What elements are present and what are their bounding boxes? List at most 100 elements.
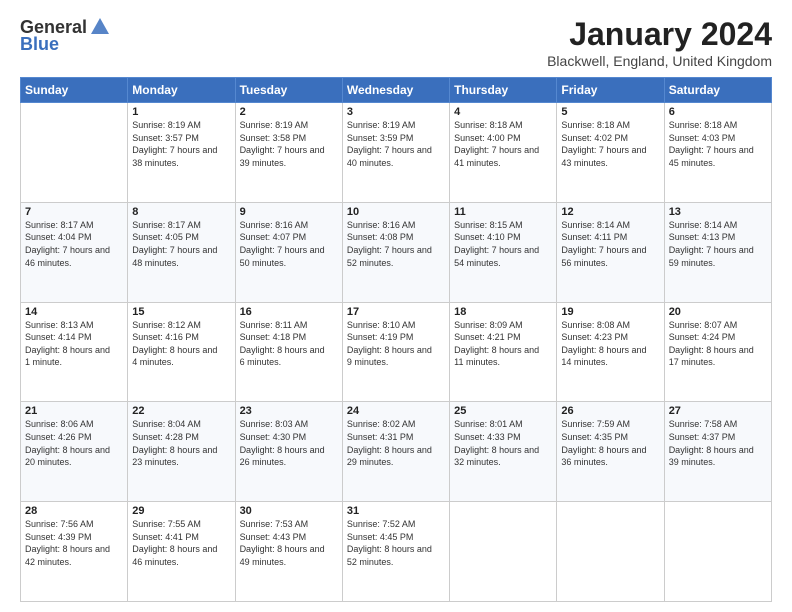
day-info: Sunrise: 8:19 AMSunset: 3:58 PMDaylight:… [240, 119, 338, 169]
calendar-cell: 18Sunrise: 8:09 AMSunset: 4:21 PMDayligh… [450, 302, 557, 402]
calendar-cell: 21Sunrise: 8:06 AMSunset: 4:26 PMDayligh… [21, 402, 128, 502]
day-info: Sunrise: 7:59 AMSunset: 4:35 PMDaylight:… [561, 418, 659, 468]
day-info: Sunrise: 8:01 AMSunset: 4:33 PMDaylight:… [454, 418, 552, 468]
calendar-cell: 14Sunrise: 8:13 AMSunset: 4:14 PMDayligh… [21, 302, 128, 402]
day-info: Sunrise: 8:03 AMSunset: 4:30 PMDaylight:… [240, 418, 338, 468]
day-info: Sunrise: 7:56 AMSunset: 4:39 PMDaylight:… [25, 518, 123, 568]
week-row-4: 21Sunrise: 8:06 AMSunset: 4:26 PMDayligh… [21, 402, 772, 502]
day-number: 12 [561, 206, 659, 218]
week-row-1: 1Sunrise: 8:19 AMSunset: 3:57 PMDaylight… [21, 103, 772, 203]
day-info: Sunrise: 8:19 AMSunset: 3:57 PMDaylight:… [132, 119, 230, 169]
day-info: Sunrise: 8:16 AMSunset: 4:07 PMDaylight:… [240, 219, 338, 269]
day-number: 16 [240, 306, 338, 318]
day-info: Sunrise: 8:09 AMSunset: 4:21 PMDaylight:… [454, 319, 552, 369]
month-title: January 2024 [547, 16, 772, 53]
day-number: 14 [25, 306, 123, 318]
day-info: Sunrise: 7:58 AMSunset: 4:37 PMDaylight:… [669, 418, 767, 468]
calendar-cell: 6Sunrise: 8:18 AMSunset: 4:03 PMDaylight… [664, 103, 771, 203]
day-info: Sunrise: 8:11 AMSunset: 4:18 PMDaylight:… [240, 319, 338, 369]
day-number: 5 [561, 106, 659, 118]
week-row-2: 7Sunrise: 8:17 AMSunset: 4:04 PMDaylight… [21, 202, 772, 302]
calendar-cell [450, 502, 557, 602]
logo-blue-text: Blue [20, 34, 59, 55]
day-number: 26 [561, 405, 659, 417]
calendar-cell: 26Sunrise: 7:59 AMSunset: 4:35 PMDayligh… [557, 402, 664, 502]
calendar-table: SundayMondayTuesdayWednesdayThursdayFrid… [20, 77, 772, 602]
day-info: Sunrise: 8:15 AMSunset: 4:10 PMDaylight:… [454, 219, 552, 269]
day-number: 23 [240, 405, 338, 417]
day-info: Sunrise: 8:17 AMSunset: 4:04 PMDaylight:… [25, 219, 123, 269]
day-number: 4 [454, 106, 552, 118]
day-number: 30 [240, 505, 338, 517]
calendar-cell: 9Sunrise: 8:16 AMSunset: 4:07 PMDaylight… [235, 202, 342, 302]
calendar-cell: 11Sunrise: 8:15 AMSunset: 4:10 PMDayligh… [450, 202, 557, 302]
calendar-cell: 16Sunrise: 8:11 AMSunset: 4:18 PMDayligh… [235, 302, 342, 402]
calendar-cell [557, 502, 664, 602]
day-info: Sunrise: 7:55 AMSunset: 4:41 PMDaylight:… [132, 518, 230, 568]
day-number: 25 [454, 405, 552, 417]
week-row-5: 28Sunrise: 7:56 AMSunset: 4:39 PMDayligh… [21, 502, 772, 602]
day-info: Sunrise: 7:53 AMSunset: 4:43 PMDaylight:… [240, 518, 338, 568]
day-info: Sunrise: 8:18 AMSunset: 4:00 PMDaylight:… [454, 119, 552, 169]
day-number: 21 [25, 405, 123, 417]
calendar-cell [664, 502, 771, 602]
calendar-cell: 24Sunrise: 8:02 AMSunset: 4:31 PMDayligh… [342, 402, 449, 502]
day-number: 22 [132, 405, 230, 417]
day-number: 1 [132, 106, 230, 118]
logo: General Blue [20, 16, 111, 55]
calendar-cell: 3Sunrise: 8:19 AMSunset: 3:59 PMDaylight… [342, 103, 449, 203]
day-number: 29 [132, 505, 230, 517]
day-info: Sunrise: 8:14 AMSunset: 4:11 PMDaylight:… [561, 219, 659, 269]
day-info: Sunrise: 8:13 AMSunset: 4:14 PMDaylight:… [25, 319, 123, 369]
calendar-cell: 27Sunrise: 7:58 AMSunset: 4:37 PMDayligh… [664, 402, 771, 502]
header-thursday: Thursday [450, 78, 557, 103]
day-number: 9 [240, 206, 338, 218]
calendar-cell: 8Sunrise: 8:17 AMSunset: 4:05 PMDaylight… [128, 202, 235, 302]
calendar-cell [21, 103, 128, 203]
day-number: 17 [347, 306, 445, 318]
calendar-cell: 12Sunrise: 8:14 AMSunset: 4:11 PMDayligh… [557, 202, 664, 302]
day-number: 31 [347, 505, 445, 517]
calendar-cell: 15Sunrise: 8:12 AMSunset: 4:16 PMDayligh… [128, 302, 235, 402]
day-number: 27 [669, 405, 767, 417]
calendar-cell: 7Sunrise: 8:17 AMSunset: 4:04 PMDaylight… [21, 202, 128, 302]
day-number: 6 [669, 106, 767, 118]
header-wednesday: Wednesday [342, 78, 449, 103]
calendar-cell: 5Sunrise: 8:18 AMSunset: 4:02 PMDaylight… [557, 103, 664, 203]
day-number: 19 [561, 306, 659, 318]
calendar-cell: 2Sunrise: 8:19 AMSunset: 3:58 PMDaylight… [235, 103, 342, 203]
day-info: Sunrise: 8:04 AMSunset: 4:28 PMDaylight:… [132, 418, 230, 468]
day-info: Sunrise: 8:14 AMSunset: 4:13 PMDaylight:… [669, 219, 767, 269]
header: General Blue January 2024 Blackwell, Eng… [20, 16, 772, 69]
header-monday: Monday [128, 78, 235, 103]
calendar-cell: 31Sunrise: 7:52 AMSunset: 4:45 PMDayligh… [342, 502, 449, 602]
day-number: 2 [240, 106, 338, 118]
day-info: Sunrise: 8:18 AMSunset: 4:03 PMDaylight:… [669, 119, 767, 169]
day-number: 13 [669, 206, 767, 218]
day-number: 15 [132, 306, 230, 318]
calendar-cell: 17Sunrise: 8:10 AMSunset: 4:19 PMDayligh… [342, 302, 449, 402]
day-info: Sunrise: 8:16 AMSunset: 4:08 PMDaylight:… [347, 219, 445, 269]
day-number: 8 [132, 206, 230, 218]
day-info: Sunrise: 8:18 AMSunset: 4:02 PMDaylight:… [561, 119, 659, 169]
logo-icon [89, 16, 111, 38]
day-info: Sunrise: 8:12 AMSunset: 4:16 PMDaylight:… [132, 319, 230, 369]
calendar-cell: 23Sunrise: 8:03 AMSunset: 4:30 PMDayligh… [235, 402, 342, 502]
calendar-cell: 28Sunrise: 7:56 AMSunset: 4:39 PMDayligh… [21, 502, 128, 602]
header-saturday: Saturday [664, 78, 771, 103]
calendar-cell: 10Sunrise: 8:16 AMSunset: 4:08 PMDayligh… [342, 202, 449, 302]
day-number: 11 [454, 206, 552, 218]
day-number: 10 [347, 206, 445, 218]
location: Blackwell, England, United Kingdom [547, 53, 772, 69]
day-number: 7 [25, 206, 123, 218]
day-info: Sunrise: 8:06 AMSunset: 4:26 PMDaylight:… [25, 418, 123, 468]
day-number: 28 [25, 505, 123, 517]
calendar-cell: 22Sunrise: 8:04 AMSunset: 4:28 PMDayligh… [128, 402, 235, 502]
calendar-cell: 4Sunrise: 8:18 AMSunset: 4:00 PMDaylight… [450, 103, 557, 203]
day-info: Sunrise: 8:02 AMSunset: 4:31 PMDaylight:… [347, 418, 445, 468]
day-number: 20 [669, 306, 767, 318]
calendar-cell: 20Sunrise: 8:07 AMSunset: 4:24 PMDayligh… [664, 302, 771, 402]
day-number: 3 [347, 106, 445, 118]
header-sunday: Sunday [21, 78, 128, 103]
title-block: January 2024 Blackwell, England, United … [547, 16, 772, 69]
